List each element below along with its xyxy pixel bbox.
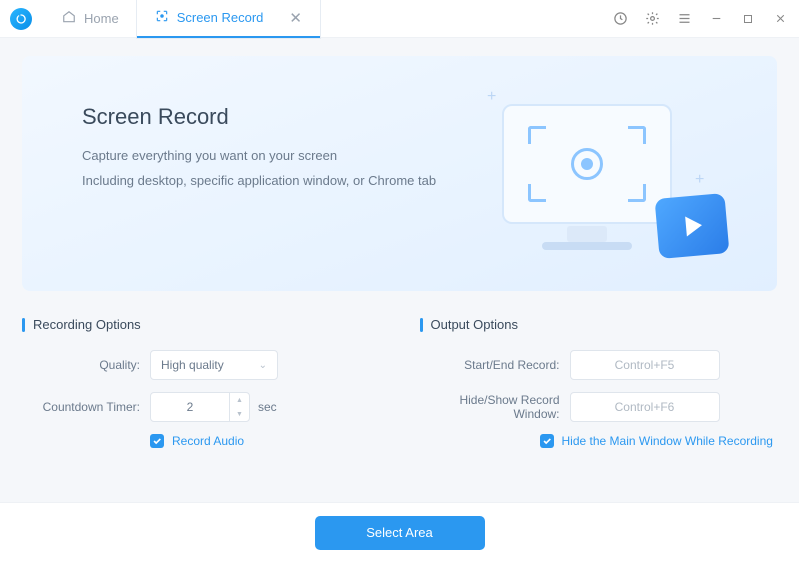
hide-main-row: Hide the Main Window While Recording — [540, 434, 778, 448]
quality-value: High quality — [161, 358, 224, 372]
monitor-graphic — [502, 104, 672, 224]
maximize-button[interactable] — [739, 10, 757, 28]
close-tab-button[interactable]: ✕ — [289, 9, 302, 27]
record-audio-row: Record Audio — [150, 434, 380, 448]
spinner-down-button[interactable]: ▼ — [230, 407, 249, 421]
history-icon[interactable] — [611, 10, 629, 28]
countdown-label: Countdown Timer: — [22, 400, 140, 414]
window-controls — [611, 10, 789, 28]
app-logo — [10, 8, 32, 30]
chevron-down-icon: ⌄ — [259, 360, 267, 371]
home-icon — [62, 10, 76, 27]
menu-icon[interactable] — [675, 10, 693, 28]
spinner-up-button[interactable]: ▲ — [230, 393, 249, 407]
recording-options-section: Recording Options Quality: High quality … — [22, 317, 380, 448]
countdown-value: 2 — [151, 400, 229, 414]
hero-illustration: + + — [477, 86, 727, 276]
hide-show-hotkey-input[interactable]: Control+F6 — [570, 392, 720, 422]
output-options-title: Output Options — [431, 317, 518, 332]
tab-screen-record[interactable]: Screen Record ✕ — [137, 0, 320, 38]
sec-label: sec — [258, 400, 277, 414]
hero-banner: Screen Record Capture everything you wan… — [22, 56, 777, 291]
options-area: Recording Options Quality: High quality … — [22, 317, 777, 448]
screen-record-icon — [155, 9, 169, 26]
clapper-graphic — [655, 193, 730, 259]
start-end-hotkey-input[interactable]: Control+F5 — [570, 350, 720, 380]
tab-home-label: Home — [84, 11, 119, 26]
record-audio-label: Record Audio — [172, 434, 244, 448]
settings-icon[interactable] — [643, 10, 661, 28]
footer-bar: Select Area — [0, 502, 799, 562]
close-window-button[interactable] — [771, 10, 789, 28]
minimize-button[interactable] — [707, 10, 725, 28]
hide-main-label: Hide the Main Window While Recording — [562, 434, 773, 448]
tab-screen-record-label: Screen Record — [177, 10, 264, 25]
record-audio-checkbox[interactable] — [150, 434, 164, 448]
quality-dropdown[interactable]: High quality ⌄ — [150, 350, 278, 380]
main-content: Screen Record Capture everything you wan… — [0, 38, 799, 448]
hide-main-checkbox[interactable] — [540, 434, 554, 448]
countdown-spinner[interactable]: 2 ▲ ▼ — [150, 392, 250, 422]
decoration-plus: + — [487, 88, 496, 106]
titlebar: Home Screen Record ✕ — [0, 0, 799, 38]
recording-options-title: Recording Options — [33, 317, 141, 332]
quality-label: Quality: — [22, 358, 140, 372]
select-area-button[interactable]: Select Area — [315, 516, 485, 550]
decoration-plus: + — [695, 171, 704, 189]
hide-show-label: Hide/Show Record Window: — [420, 393, 560, 421]
tab-home[interactable]: Home — [44, 0, 137, 38]
start-end-label: Start/End Record: — [420, 358, 560, 372]
output-options-section: Output Options Start/End Record: Control… — [420, 317, 778, 448]
